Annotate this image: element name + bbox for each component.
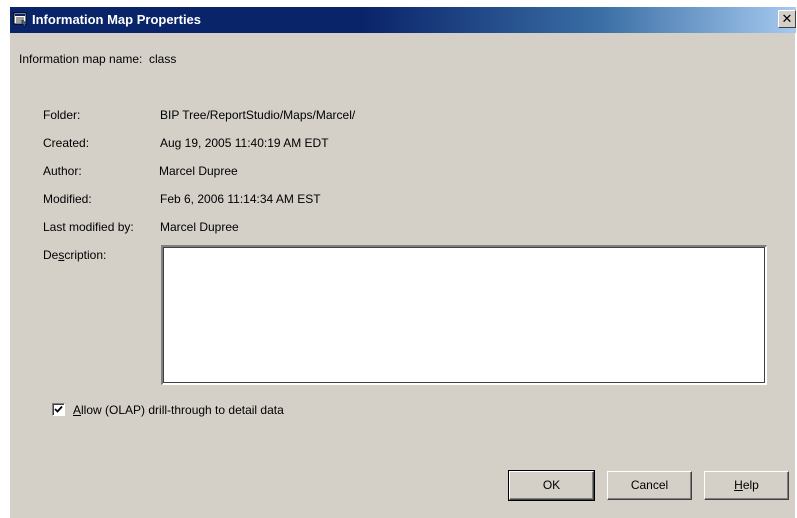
description-label: Description: [43, 248, 106, 262]
help-button-mnemonic: H [734, 478, 743, 492]
help-button[interactable]: Help [704, 471, 789, 500]
author-label: Author: [43, 164, 82, 178]
created-value: Aug 19, 2005 11:40:19 AM EDT [160, 136, 329, 150]
description-field[interactable] [161, 245, 767, 385]
dialog-title: Information Map Properties [32, 12, 202, 27]
last-modified-by-value: Marcel Dupree [160, 220, 239, 234]
information-map-icon [13, 11, 29, 27]
created-label: Created: [43, 136, 90, 150]
drillthrough-label-rest: llow (OLAP) drill-through to detail data [81, 403, 284, 417]
ok-button[interactable]: OK [508, 470, 595, 501]
properties-dialog: Information Map Properties ✕ Information… [9, 6, 796, 518]
cancel-button[interactable]: Cancel [607, 471, 692, 500]
close-icon: ✕ [781, 11, 793, 26]
modified-value: Feb 6, 2006 11:14:34 AM EST [160, 192, 321, 206]
folder-value: BIP Tree/ReportStudio/Maps/Marcel/ [160, 108, 356, 122]
description-label-post: cription: [64, 248, 107, 262]
folder-label: Folder: [43, 108, 81, 122]
modified-label: Modified: [43, 192, 92, 206]
map-name-value: class [149, 52, 177, 66]
drillthrough-label-mnemonic: A [73, 403, 82, 417]
close-button[interactable]: ✕ [778, 10, 796, 28]
last-modified-by-label: Last modified by: [43, 220, 134, 234]
map-name-label: Information map name: [19, 52, 143, 66]
checkmark-icon [54, 405, 63, 413]
drillthrough-label[interactable]: Allow (OLAP) drill-through to detail dat… [73, 403, 284, 417]
description-label-pre: De [43, 248, 59, 262]
help-button-rest: elp [742, 478, 759, 492]
title-bar[interactable]: Information Map Properties ✕ [10, 7, 796, 33]
drillthrough-checkbox[interactable] [52, 403, 65, 416]
author-value: Marcel Dupree [159, 164, 238, 178]
